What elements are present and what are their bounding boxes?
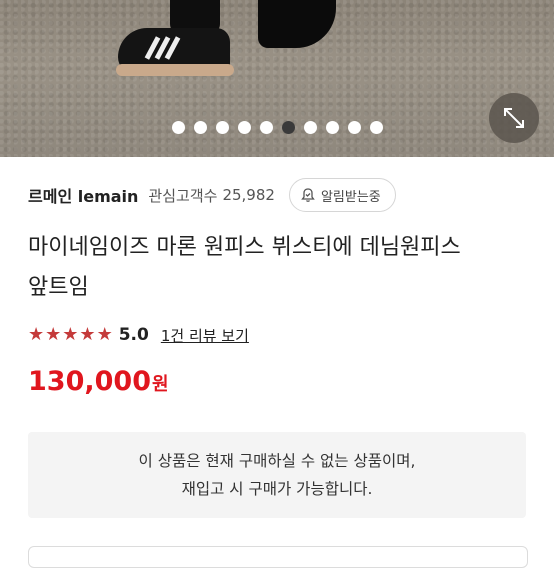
rating-stars: ★ ★ ★ ★ ★ — [28, 326, 113, 344]
star-icon: ★ — [79, 324, 96, 345]
notification-button[interactable]: 알림받는중 — [288, 178, 396, 212]
gallery-dot[interactable] — [325, 121, 339, 134]
gallery-pagination — [0, 121, 554, 135]
seller-info: 르메인 lemain 관심고객수 25,982 알림받는중 — [28, 178, 534, 212]
product-title-line: 앞트임 — [28, 275, 89, 300]
product-title: 마이네임이즈 마론 원피스 뷔스티에 데님원피스 앞트임 — [28, 228, 528, 308]
price: 130,000 원 — [28, 366, 169, 406]
price-value: 130,000 — [28, 366, 151, 397]
expand-icon — [504, 108, 524, 128]
gallery-dot[interactable] — [369, 121, 383, 134]
gallery-dot[interactable] — [171, 121, 185, 134]
next-section-box — [28, 546, 528, 568]
star-icon: ★ — [96, 324, 113, 345]
gallery-dot[interactable] — [303, 121, 317, 134]
unavailable-notice: 이 상품은 현재 구매하실 수 없는 상품이며, 재입고 시 구매가 가능합니다… — [28, 432, 526, 518]
star-icon: ★ — [28, 324, 45, 345]
seller-name[interactable]: 르메인 lemain — [28, 183, 138, 207]
gallery-dot-active[interactable] — [281, 121, 295, 134]
notice-line: 이 상품은 현재 구매하실 수 없는 상품이며, — [138, 452, 416, 470]
rating-row: ★ ★ ★ ★ ★ 5.0 1건 리뷰 보기 — [28, 322, 249, 348]
gallery-dot[interactable] — [193, 121, 207, 134]
expand-image-button[interactable] — [489, 93, 539, 143]
fans-label: 관심고객수 — [148, 186, 218, 205]
rating-value: 5.0 — [118, 325, 149, 345]
photo-shoe-sole — [116, 64, 234, 76]
star-icon: ★ — [62, 324, 79, 345]
bell-check-icon — [301, 188, 315, 202]
star-icon: ★ — [45, 324, 62, 345]
gallery-dot[interactable] — [259, 121, 273, 134]
photo-skirt — [258, 0, 336, 48]
notice-line: 재입고 시 구매가 가능합니다. — [181, 480, 373, 498]
product-title-line: 마이네임이즈 마론 원피스 뷔스티에 데님원피스 — [28, 235, 461, 260]
gallery-dot[interactable] — [347, 121, 361, 134]
gallery-dot[interactable] — [215, 121, 229, 134]
fans-count: 25,982 — [222, 186, 275, 204]
gallery-dot[interactable] — [237, 121, 251, 134]
price-unit: 원 — [151, 374, 169, 395]
product-image[interactable] — [0, 0, 554, 157]
review-link[interactable]: 1건 리뷰 보기 — [161, 325, 249, 346]
notification-label: 알림받는중 — [320, 189, 381, 205]
